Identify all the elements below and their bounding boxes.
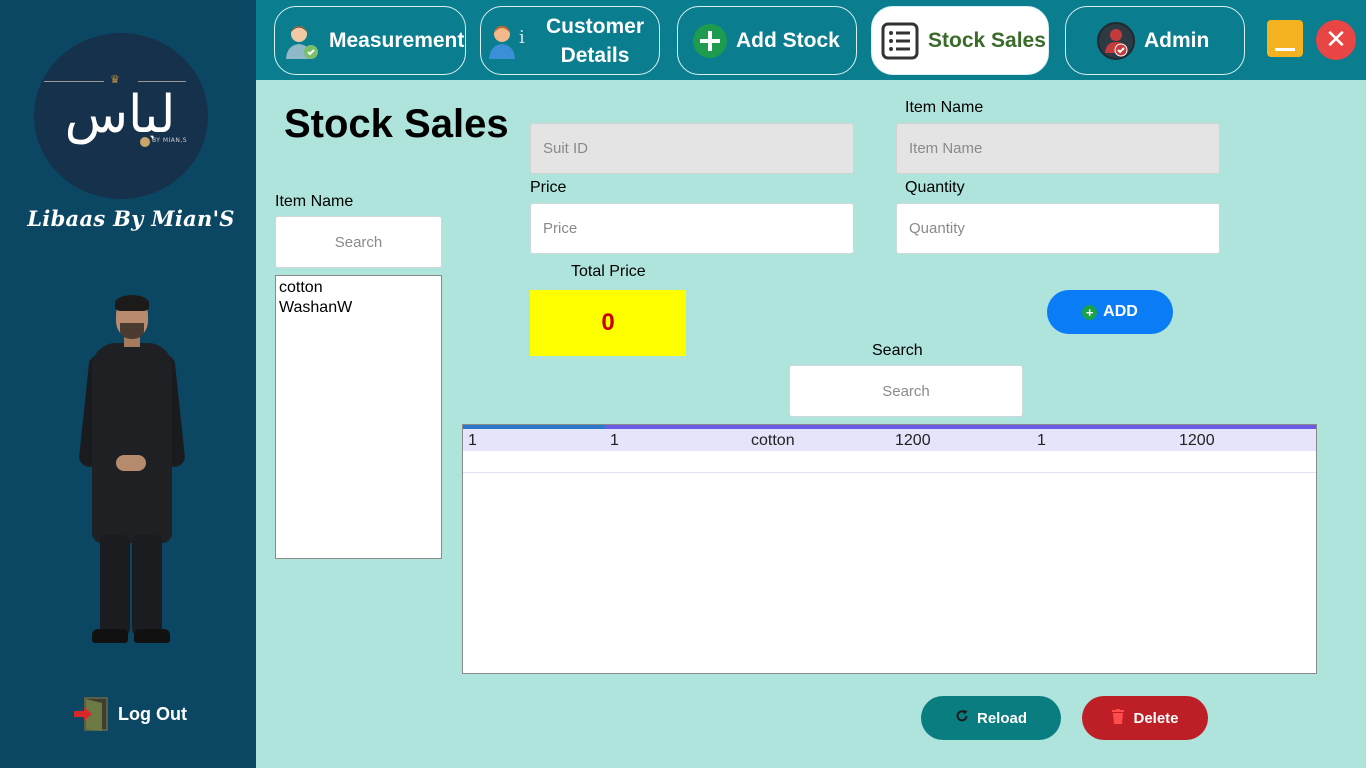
item-name-label: Item Name	[905, 99, 984, 116]
price-field[interactable]	[530, 203, 854, 254]
suit-id-field[interactable]	[530, 123, 854, 174]
nav-stock-sales[interactable]: Stock Sales	[871, 6, 1049, 75]
reload-icon	[955, 709, 969, 727]
logout-button[interactable]: Log Out	[72, 694, 187, 734]
page-title: Stock Sales	[284, 102, 509, 146]
delete-label: Delete	[1133, 709, 1179, 727]
admin-user-icon	[1096, 21, 1136, 61]
quantity-field[interactable]	[896, 203, 1220, 254]
sidebar: ♛ لباس BY MIAN,S Libaas By Mian'S Log Ou…	[0, 0, 256, 768]
logo-text: لباس	[64, 85, 176, 145]
nav-add-stock[interactable]: Add Stock	[677, 6, 857, 75]
nav-measurement-label: Measurement	[329, 29, 465, 52]
nav-admin-label: Admin	[1144, 29, 1210, 52]
thread-spool-icon	[137, 134, 153, 150]
model-photo	[78, 295, 186, 650]
brand-name: Libaas By Mian'S	[27, 206, 235, 231]
price-label: Price	[530, 179, 567, 196]
reload-button[interactable]: Reload	[921, 696, 1061, 740]
nav-customer-details[interactable]: i Customer Details	[480, 6, 660, 75]
nav-customer-details-label: Customer Details	[535, 12, 655, 70]
table-cell: 1	[1037, 432, 1046, 449]
nav-measurement[interactable]: Measurement	[274, 6, 466, 75]
plus-icon: +	[1082, 304, 1098, 320]
table-cell: 1200	[895, 432, 931, 449]
search-label: Search	[872, 342, 923, 359]
close-icon: ✕	[1325, 25, 1347, 55]
nav-stock-sales-label: Stock Sales	[928, 29, 1046, 52]
add-button[interactable]: + ADD	[1047, 290, 1173, 334]
list-item[interactable]: WashanW	[279, 298, 438, 318]
list-item[interactable]: cotton	[279, 278, 438, 298]
table-cell: 1200	[1179, 432, 1215, 449]
close-button[interactable]: ✕	[1316, 20, 1356, 60]
logo-subtitle: BY MIAN,S	[152, 137, 188, 144]
table-cell: 1	[610, 432, 619, 449]
add-button-label: ADD	[1103, 303, 1138, 320]
total-price-label: Total Price	[571, 263, 646, 280]
logout-label: Log Out	[118, 703, 187, 724]
item-name-field[interactable]	[896, 123, 1220, 174]
trash-icon	[1111, 708, 1125, 728]
table-row-empty[interactable]	[463, 451, 1316, 473]
item-list[interactable]: cotton WashanW	[275, 275, 442, 559]
stock-sales-panel: Stock Sales Item Name cotton WashanW Ite…	[256, 80, 1366, 768]
quantity-label: Quantity	[905, 179, 965, 196]
logout-icon	[72, 695, 110, 733]
logo-divider-left	[44, 81, 104, 82]
nav-customer-line1: Customer	[545, 14, 645, 38]
minimize-button[interactable]	[1267, 20, 1303, 57]
sales-table[interactable]: 1 1 cotton 1200 1 1200	[462, 424, 1317, 674]
list-icon	[880, 21, 920, 61]
left-item-name-label: Item Name	[275, 193, 354, 210]
tailor-icon	[281, 21, 321, 61]
reload-label: Reload	[976, 709, 1027, 727]
delete-button[interactable]: Delete	[1082, 696, 1208, 740]
svg-text:i: i	[519, 27, 525, 48]
top-navigation: Measurement i Customer Details Add Stock	[256, 0, 1366, 80]
total-price-value: 0	[530, 290, 686, 356]
table-cell: cotton	[751, 432, 795, 449]
nav-add-stock-label: Add Stock	[736, 29, 840, 52]
brand-logo: ♛ لباس BY MIAN,S	[34, 33, 208, 199]
customer-info-icon: i	[487, 21, 527, 61]
table-row[interactable]: 1 1 cotton 1200 1 1200	[463, 429, 1316, 451]
nav-customer-line2: Details	[560, 43, 630, 67]
table-search-input[interactable]	[789, 365, 1023, 417]
minimize-icon	[1275, 48, 1295, 51]
logo-divider-right	[138, 81, 186, 82]
table-cell: 1	[468, 432, 477, 449]
nav-admin[interactable]: Admin	[1065, 6, 1245, 75]
plus-circle-icon	[692, 23, 728, 59]
item-search-input[interactable]	[275, 216, 442, 268]
